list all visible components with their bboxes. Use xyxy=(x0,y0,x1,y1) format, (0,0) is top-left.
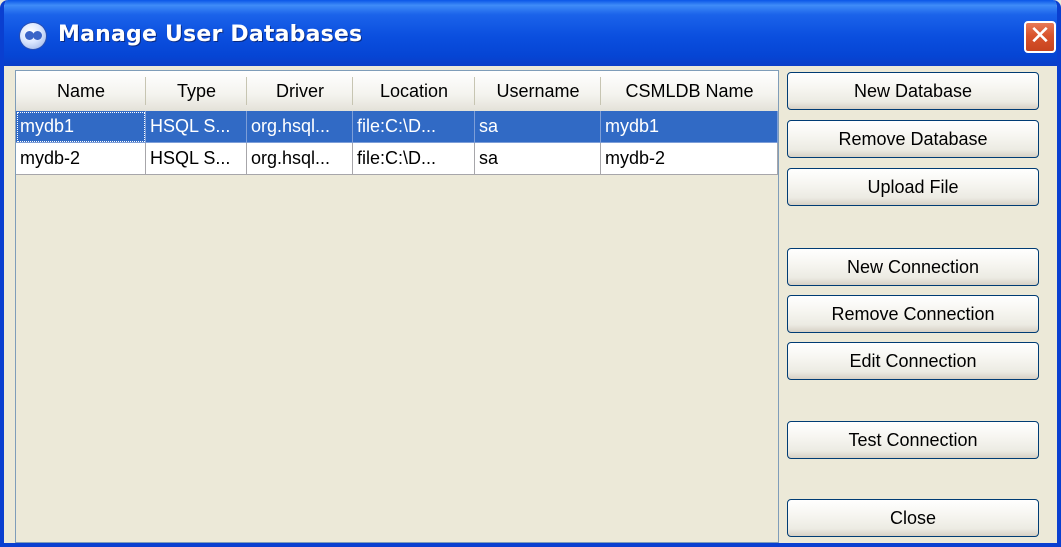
remove-database-button[interactable]: Remove Database xyxy=(787,120,1039,158)
table-cell-driver[interactable]: org.hsql... xyxy=(247,111,353,143)
close-window-button[interactable]: ✕ xyxy=(1024,21,1056,53)
table-cell-username[interactable]: sa xyxy=(475,143,601,175)
new-connection-button[interactable]: New Connection xyxy=(787,248,1039,286)
databases-table: Name Type Driver Location Username CSMLD… xyxy=(15,70,779,543)
table-row[interactable]: mydb1 HSQL S... org.hsql... file:C:\D...… xyxy=(16,111,778,143)
table-cell-type[interactable]: HSQL S... xyxy=(146,111,247,143)
app-logo-icon xyxy=(20,23,46,49)
table-cell-location[interactable]: file:C:\D... xyxy=(353,111,475,143)
column-header-type[interactable]: Type xyxy=(146,71,247,111)
table-cell-type[interactable]: HSQL S... xyxy=(146,143,247,175)
manage-user-databases-dialog: Manage User Databases ✕ Name Type Driver… xyxy=(0,0,1061,547)
remove-connection-button[interactable]: Remove Connection xyxy=(787,295,1039,333)
table-header: Name Type Driver Location Username CSMLD… xyxy=(16,71,778,112)
test-connection-button[interactable]: Test Connection xyxy=(787,421,1039,459)
column-header-driver[interactable]: Driver xyxy=(247,71,353,111)
table-cell-driver[interactable]: org.hsql... xyxy=(247,143,353,175)
table-row[interactable]: mydb-2 HSQL S... org.hsql... file:C:\D..… xyxy=(16,143,778,175)
table-cell-username[interactable]: sa xyxy=(475,111,601,143)
table-cell-name[interactable]: mydb1 xyxy=(16,111,146,143)
column-header-location[interactable]: Location xyxy=(353,71,475,111)
new-database-button[interactable]: New Database xyxy=(787,72,1039,110)
table-cell-name[interactable]: mydb-2 xyxy=(16,143,146,175)
upload-file-button[interactable]: Upload File xyxy=(787,168,1039,206)
table-cell-csmldb-name[interactable]: mydb-2 xyxy=(601,143,778,175)
column-header-name[interactable]: Name xyxy=(16,71,146,111)
table-cell-csmldb-name[interactable]: mydb1 xyxy=(601,111,778,143)
title-bar[interactable]: Manage User Databases ✕ xyxy=(4,0,1057,66)
column-header-username[interactable]: Username xyxy=(475,71,601,111)
table-cell-location[interactable]: file:C:\D... xyxy=(353,143,475,175)
window-title: Manage User Databases xyxy=(58,22,363,47)
edit-connection-button[interactable]: Edit Connection xyxy=(787,342,1039,380)
close-button[interactable]: Close xyxy=(787,499,1039,537)
column-header-csmldb-name[interactable]: CSMLDB Name xyxy=(601,71,778,111)
